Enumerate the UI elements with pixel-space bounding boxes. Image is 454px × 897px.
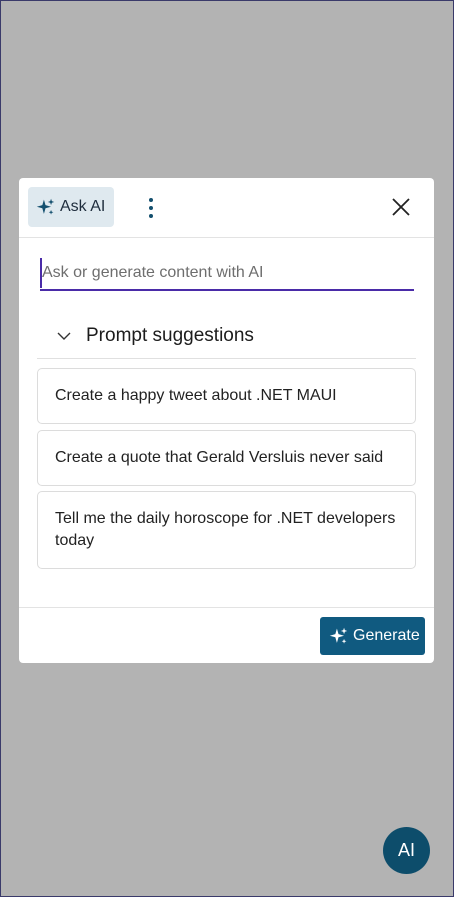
prompt-suggestions-title: Prompt suggestions xyxy=(86,325,254,346)
more-vertical-icon[interactable] xyxy=(141,198,161,218)
ask-ai-label: Ask AI xyxy=(60,198,106,215)
suggestion-text: Create a happy tweet about .NET MAUI xyxy=(55,387,337,404)
generate-button[interactable]: Generate xyxy=(320,617,425,655)
suggestion-card[interactable]: Tell me the daily horoscope for .NET dev… xyxy=(37,491,416,569)
ask-ai-button[interactable]: Ask AI xyxy=(28,187,114,227)
generate-label: Generate xyxy=(353,627,420,644)
suggestion-card[interactable]: Create a happy tweet about .NET MAUI xyxy=(37,368,416,424)
fab-label: AI xyxy=(397,840,415,860)
ai-assist-dialog: Ask AI Prompt suggestions Create a happy… xyxy=(19,178,434,663)
prompt-input[interactable] xyxy=(40,258,414,288)
dialog-header: Ask AI xyxy=(19,178,434,238)
close-icon[interactable] xyxy=(389,195,413,219)
prompt-input-container xyxy=(40,258,414,291)
prompt-suggestions-header[interactable]: Prompt suggestions xyxy=(37,314,416,359)
dialog-footer: Generate xyxy=(19,607,434,663)
ai-fab-button[interactable]: AI xyxy=(383,827,430,874)
chevron-down-icon xyxy=(56,328,72,344)
suggestion-text: Tell me the daily horoscope for .NET dev… xyxy=(55,510,396,549)
suggestion-text: Create a quote that Gerald Versluis neve… xyxy=(55,449,384,466)
suggestion-card[interactable]: Create a quote that Gerald Versluis neve… xyxy=(37,430,416,486)
sparkle-icon xyxy=(329,627,348,644)
sparkle-icon xyxy=(36,198,55,215)
